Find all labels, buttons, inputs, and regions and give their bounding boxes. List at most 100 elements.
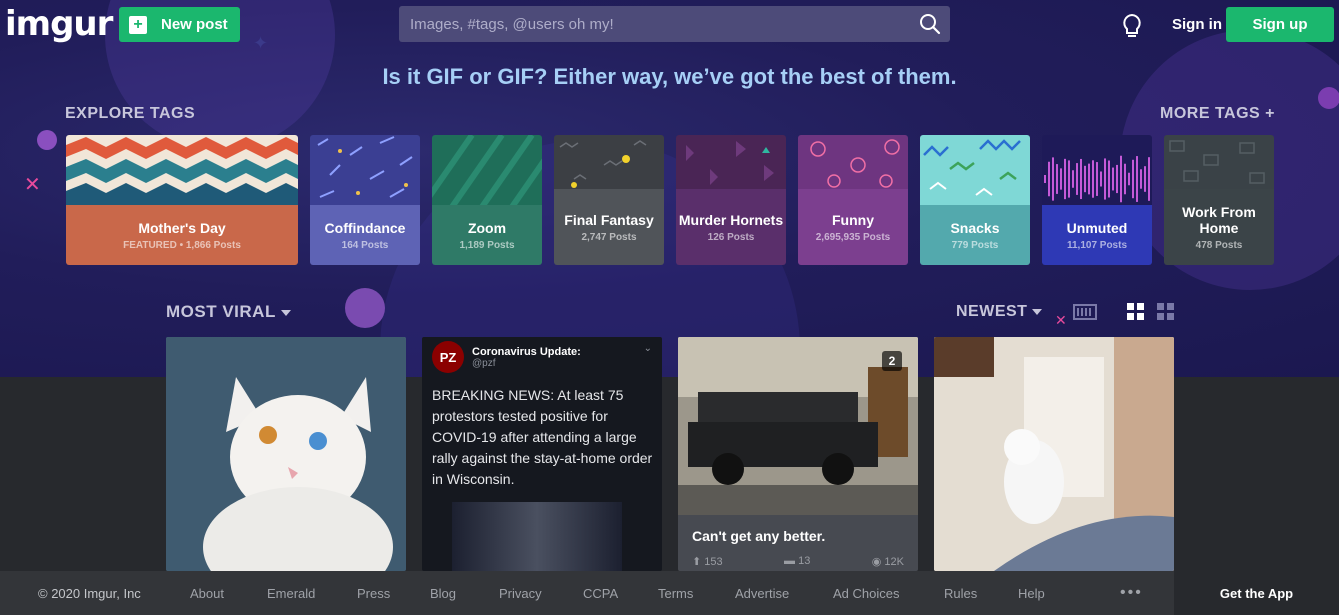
avatar: PZ — [432, 341, 464, 373]
post-stats: ⬆ 153 ▬ 13 ◉ 12K — [692, 555, 904, 568]
sparkle-icon: ✦ — [253, 33, 269, 53]
tag-artwork — [66, 135, 298, 207]
tag-artwork — [310, 135, 420, 207]
waveform-bar — [1120, 155, 1122, 203]
comment-icon: ▬ — [784, 555, 796, 567]
tag-tile-funny[interactable]: Funny 2,695,935 Posts — [798, 135, 908, 265]
sparkle-icon: ✕ — [24, 174, 41, 196]
tag-post-count: 2,747 Posts — [581, 231, 637, 243]
footer-link-help[interactable]: Help — [1018, 586, 1045, 601]
sign-up-button[interactable]: Sign up — [1226, 7, 1334, 42]
footer-link-privacy[interactable]: Privacy — [499, 586, 542, 601]
tweet-author: Coronavirus Update: — [472, 345, 581, 358]
waveform-bar — [1060, 168, 1062, 190]
chevron-down-icon — [1032, 308, 1043, 315]
footer-link-ccpa[interactable]: CCPA — [583, 586, 618, 601]
chevron-down-icon: ⌄ — [643, 343, 652, 354]
waveform-bar — [1096, 162, 1098, 196]
tag-name: Coffindance — [324, 219, 406, 236]
copyright: © 2020 Imgur, Inc — [38, 585, 141, 601]
new-post-button[interactable]: + New post — [119, 7, 240, 42]
waveform-bar — [1116, 164, 1118, 194]
lightbulb-icon[interactable] — [1120, 12, 1144, 40]
tag-post-count: 1,189 Posts — [459, 239, 515, 251]
waveform-bar — [1076, 163, 1078, 195]
tag-artwork — [798, 135, 908, 191]
tweet-text: BREAKING NEWS: At least 75 protestors te… — [432, 387, 653, 487]
footer-link-emerald[interactable]: Emerald — [267, 586, 315, 601]
footer-link-ad-choices[interactable]: Ad Choices — [833, 586, 899, 601]
bird-image — [934, 337, 1174, 571]
decor-circle — [1318, 87, 1339, 109]
upvote-count: 153 — [704, 556, 723, 568]
explore-tags-title: EXPLORE TAGS — [65, 105, 196, 122]
post-card-truck[interactable]: 2 Can't get any better. ⬆ 153 ▬ 13 ◉ 12K — [678, 337, 918, 571]
waveform-bar — [1068, 160, 1070, 198]
tag-tile-work-from-home[interactable]: Work From Home 478 Posts — [1164, 135, 1274, 265]
sign-in-link[interactable]: Sign in — [1172, 16, 1222, 33]
cat-image — [166, 337, 406, 571]
get-app-button[interactable]: Get the App — [1174, 571, 1339, 615]
footer-link-terms[interactable]: Terms — [658, 586, 693, 601]
tag-tile-mothers-day[interactable]: Mother's Day FEATURED • 1,866 Posts — [66, 135, 298, 265]
post-title: Can't get any better. — [692, 528, 826, 544]
tag-tile-zoom[interactable]: Zoom 1,189 Posts — [432, 135, 542, 265]
tag-post-count: 779 Posts — [951, 239, 999, 251]
waveform-bar — [1100, 171, 1102, 187]
tag-tile-murder-hornets[interactable]: Murder Hornets 126 Posts — [676, 135, 786, 265]
search-bar[interactable] — [399, 6, 950, 42]
order-dropdown[interactable]: NEWEST — [956, 303, 1043, 321]
chevron-down-icon — [280, 309, 291, 316]
view-count: 12K — [884, 556, 904, 568]
waterfall-grid-icon[interactable] — [1157, 303, 1175, 326]
waveform-bar — [1048, 161, 1050, 197]
hero-background: ✕ ✕ ✦ imgur + New post Sign in Sign up I… — [0, 0, 1339, 377]
sort-dropdown[interactable]: MOST VIRAL — [166, 302, 291, 322]
waveform-bar — [1084, 165, 1086, 193]
footer-link-about[interactable]: About — [190, 586, 224, 601]
footer-link-press[interactable]: Press — [357, 586, 390, 601]
footer-link-rules[interactable]: Rules — [944, 586, 977, 601]
post-card-cat[interactable] — [166, 337, 406, 571]
imgur-logo[interactable]: imgur — [5, 4, 113, 44]
waveform-bar — [1052, 157, 1054, 201]
tag-artwork — [554, 135, 664, 191]
slideshow-view-icon[interactable] — [1073, 303, 1097, 326]
more-tags-link[interactable]: MORE TAGS + — [1160, 105, 1275, 123]
tag-tile-final-fantasy[interactable]: Final Fantasy 2,747 Posts — [554, 135, 664, 265]
sparkle-icon: ✕ — [1055, 312, 1067, 328]
decor-circle — [37, 130, 57, 150]
tag-tile-snacks[interactable]: Snacks 779 Posts — [920, 135, 1030, 265]
tag-tile-unmuted[interactable]: Unmuted 11,107 Posts — [1042, 135, 1152, 265]
footer: © 2020 Imgur, Inc About Emerald Press Bl… — [0, 571, 1339, 615]
tag-tile-coffindance[interactable]: Coffindance 164 Posts — [310, 135, 420, 265]
waveform-bar — [1064, 158, 1066, 200]
tag-artwork — [676, 135, 786, 191]
tag-artwork — [920, 135, 1030, 207]
waveform-bar — [1144, 166, 1146, 192]
tag-name: Murder Hornets — [678, 211, 784, 228]
uniform-grid-icon[interactable] — [1127, 303, 1145, 326]
more-menu-icon[interactable]: ••• — [1120, 584, 1143, 602]
upvote-icon: ⬆ — [692, 556, 702, 568]
footer-link-blog[interactable]: Blog — [430, 586, 456, 601]
waveform-bar — [1072, 170, 1074, 188]
post-card-tweet[interactable]: PZ Coronavirus Update: @pzf ⌄ BREAKING N… — [422, 337, 662, 571]
search-icon[interactable] — [910, 6, 950, 42]
waveform-bar — [1140, 169, 1142, 189]
tag-name: Funny — [832, 211, 874, 228]
tweet-handle: @pzf — [472, 357, 496, 369]
post-card-bird[interactable] — [934, 337, 1174, 571]
eye-icon: ◉ — [871, 556, 882, 568]
tag-post-count: 11,107 Posts — [1066, 239, 1128, 251]
waveform-bar — [1108, 160, 1110, 198]
tag-name: Unmuted — [1066, 219, 1128, 236]
footer-link-advertise[interactable]: Advertise — [735, 586, 789, 601]
tweet-image — [452, 502, 622, 571]
waveform-bar — [1092, 160, 1094, 198]
waveform-bar — [1112, 167, 1114, 191]
waveform-bar — [1148, 157, 1150, 201]
search-input[interactable] — [399, 15, 910, 33]
sort-label: MOST VIRAL — [166, 302, 276, 321]
waveform-bar — [1104, 158, 1106, 200]
